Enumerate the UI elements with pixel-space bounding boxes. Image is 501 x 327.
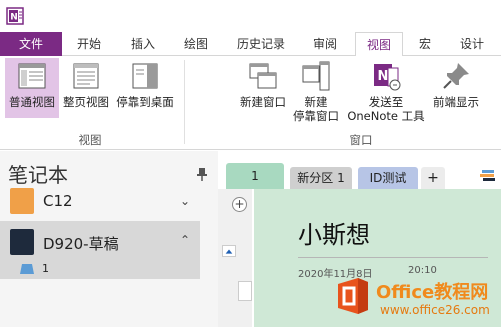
always-on-top-label: 前端显示 xyxy=(433,95,479,109)
new-docked-window-label-2: 停靠窗口 xyxy=(293,109,339,123)
send-to-onenote-label-1: 发送至 xyxy=(368,95,404,109)
section-tab-id-test[interactable]: ID测试 xyxy=(358,167,418,189)
view-group-label: 视图 xyxy=(78,133,102,147)
tab-macro[interactable]: 宏 xyxy=(410,32,440,56)
title-bar: N xyxy=(0,0,501,32)
office-logo-icon xyxy=(338,278,368,314)
dock-to-desktop-button[interactable]: 停靠到桌面 xyxy=(113,58,177,118)
notebook-icon xyxy=(10,188,34,214)
tab-file[interactable]: 文件 xyxy=(0,32,62,56)
ribbon-tabs: 文件 开始 插入 绘图 历史记录 审阅 视图 宏 设计 xyxy=(0,32,501,57)
section-item[interactable]: 1 xyxy=(0,259,200,279)
section-tab-1[interactable]: 1 xyxy=(226,163,284,189)
ribbon: 普通视图 整页视图 停靠到桌面 视图 新建窗口 新建 停靠窗口 N 发送至 On… xyxy=(0,56,501,150)
tab-history[interactable]: 历史记录 xyxy=(226,32,296,56)
tab-review[interactable]: 审阅 xyxy=(302,32,348,56)
notebook-icon xyxy=(10,229,34,255)
send-to-onenote-button[interactable]: N 发送至 OneNote 工具 xyxy=(342,58,430,123)
ribbon-separator xyxy=(184,60,185,144)
title-underline xyxy=(298,257,488,258)
add-page-button[interactable]: + xyxy=(232,197,247,212)
dock-to-desktop-icon xyxy=(132,63,158,89)
new-window-icon xyxy=(249,63,277,89)
tab-home[interactable]: 开始 xyxy=(66,32,112,56)
pin-pane-icon[interactable] xyxy=(196,167,208,181)
page-title[interactable]: 小斯想 xyxy=(298,215,370,250)
new-window-button[interactable]: 新建窗口 xyxy=(236,58,290,118)
normal-view-button[interactable]: 普通视图 xyxy=(5,58,59,118)
tab-design[interactable]: 设计 xyxy=(446,32,498,56)
scrollbar-thumb[interactable] xyxy=(238,281,252,301)
normal-view-label: 普通视图 xyxy=(9,95,55,109)
new-window-label: 新建窗口 xyxy=(240,95,286,109)
svg-text:N: N xyxy=(10,13,18,23)
send-to-onenote-label-2: OneNote 工具 xyxy=(347,109,425,123)
add-section-button[interactable]: + xyxy=(421,167,445,189)
section-tab-new-section-1[interactable]: 新分区 1 xyxy=(290,167,352,189)
new-docked-window-label-1: 新建 xyxy=(304,95,328,109)
tab-view[interactable]: 视图 xyxy=(355,32,403,57)
pin-icon xyxy=(443,63,469,89)
notebook-name: C12 xyxy=(43,192,73,210)
notebook-name: D920-草稿 xyxy=(43,235,119,253)
chevron-down-icon[interactable]: ⌄ xyxy=(180,194,190,208)
new-docked-window-icon xyxy=(302,61,330,91)
new-docked-window-button[interactable]: 新建 停靠窗口 xyxy=(290,58,342,123)
section-label: 1 xyxy=(42,262,49,275)
tab-insert[interactable]: 插入 xyxy=(118,32,168,56)
svg-text:N: N xyxy=(378,69,389,84)
chevron-up-icon[interactable]: ⌃ xyxy=(180,233,190,247)
full-page-view-button[interactable]: 整页视图 xyxy=(60,58,112,118)
watermark-title: Office教程网 xyxy=(376,282,489,303)
onenote-logo-icon: N xyxy=(6,7,24,25)
send-to-onenote-icon: N xyxy=(374,64,401,91)
always-on-top-button[interactable]: 前端显示 xyxy=(430,58,482,118)
page-gutter: + xyxy=(218,189,252,327)
normal-view-icon xyxy=(18,63,46,89)
window-group-label: 窗口 xyxy=(349,133,373,147)
watermark-url: www.office26.com xyxy=(380,303,490,317)
full-page-view-icon xyxy=(73,63,99,89)
dock-to-desktop-label: 停靠到桌面 xyxy=(116,95,174,109)
section-tabs: 1 新分区 1 ID测试 + xyxy=(218,151,501,189)
full-page-view-label: 整页视图 xyxy=(63,95,109,109)
tab-draw[interactable]: 绘图 xyxy=(172,32,220,56)
watermark: Office教程网 www.office26.com xyxy=(334,272,501,327)
notebook-item-c12[interactable]: C12 ⌄ xyxy=(0,184,200,222)
section-icon xyxy=(20,264,34,274)
notebook-pane: 笔记本 C12 ⌄ D920-草稿 ⌃ 1 xyxy=(0,151,218,327)
notebook-list-icon[interactable] xyxy=(480,169,496,181)
scroll-up-button[interactable] xyxy=(222,245,236,257)
chevron-up-icon xyxy=(225,249,233,254)
